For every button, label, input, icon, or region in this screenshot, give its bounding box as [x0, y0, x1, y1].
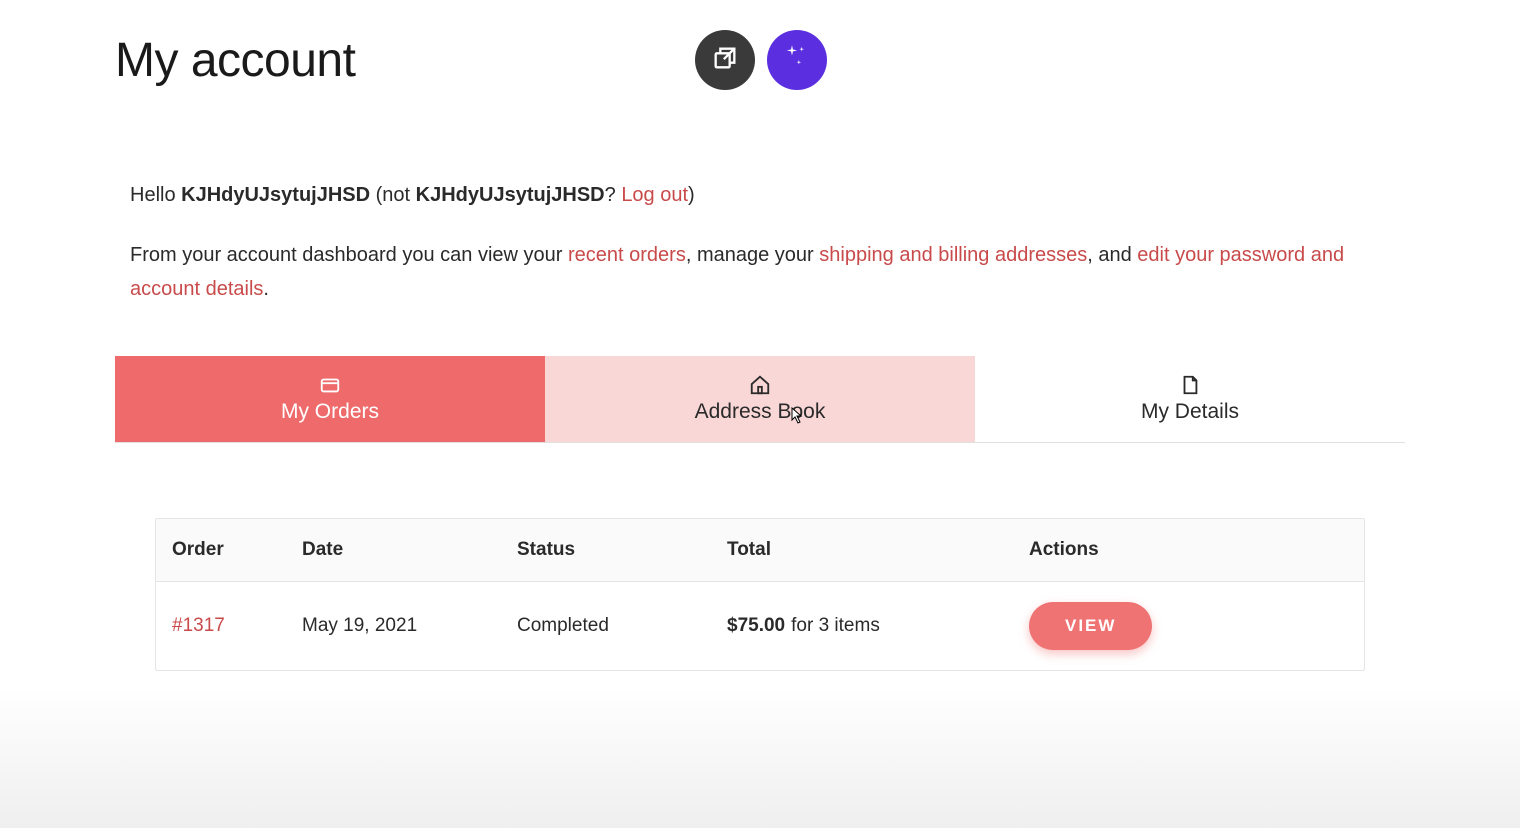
logout-link[interactable]: Log out [621, 184, 688, 206]
greeting-not-username: KJHdyUJsytujJHSD [416, 184, 605, 206]
tab-my-orders[interactable]: My Orders [115, 356, 545, 442]
order-number-link[interactable]: #1317 [172, 615, 225, 637]
header-actions: Actions [1013, 519, 1364, 581]
table-row: #1317 May 19, 2021 Completed $75.00 for … [156, 582, 1364, 670]
greeting-username: KJHdyUJsytujJHSD [181, 184, 370, 206]
view-order-button[interactable]: VIEW [1029, 602, 1152, 650]
order-date: May 19, 2021 [286, 582, 501, 670]
sparkle-icon [783, 44, 811, 77]
header-date: Date [286, 519, 501, 581]
card-icon [319, 374, 341, 396]
tab-my-details[interactable]: My Details [975, 356, 1405, 442]
home-icon [749, 374, 771, 396]
header-status: Status [501, 519, 711, 581]
account-tabs: My Orders Address Book [115, 356, 1405, 443]
tab-my-orders-label: My Orders [281, 400, 379, 424]
orders-table: Order Date Status Total Actions #1317 Ma… [155, 518, 1365, 671]
external-link-button[interactable] [695, 30, 755, 90]
addresses-link[interactable]: shipping and billing addresses [819, 244, 1087, 266]
sparkle-button[interactable] [767, 30, 827, 90]
tab-address-book[interactable]: Address Book [545, 356, 975, 442]
tab-address-book-label: Address Book [695, 400, 826, 424]
header-total: Total [711, 519, 1013, 581]
header-order: Order [156, 519, 286, 581]
bottom-gradient [0, 688, 1520, 828]
tab-my-details-label: My Details [1141, 400, 1239, 424]
greeting-text: Hello KJHdyUJsytujJHSD (not KJHdyUJsytuj… [130, 180, 1390, 210]
dashboard-description: From your account dashboard you can view… [130, 238, 1390, 306]
document-icon [1179, 374, 1201, 396]
recent-orders-link[interactable]: recent orders [568, 244, 686, 266]
external-link-icon [711, 44, 739, 77]
order-status: Completed [501, 582, 711, 670]
table-header-row: Order Date Status Total Actions [156, 519, 1364, 582]
page-title: My account [115, 33, 355, 88]
order-total: $75.00 for 3 items [711, 582, 1013, 670]
